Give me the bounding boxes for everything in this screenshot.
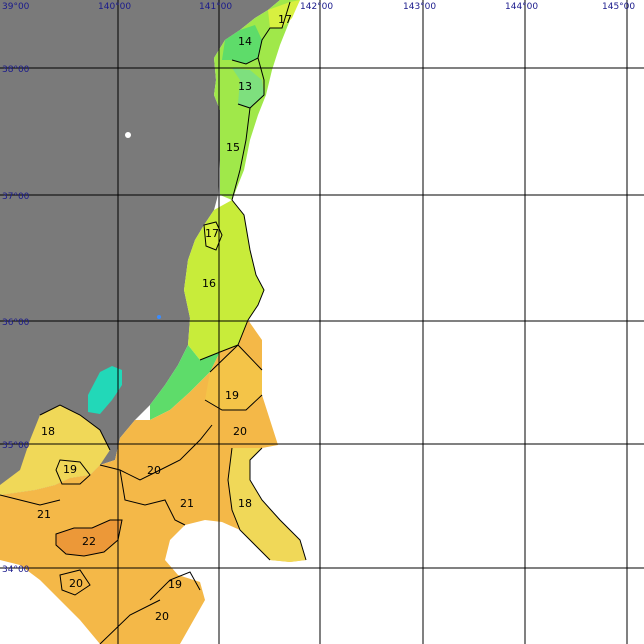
contour-label: 19 bbox=[225, 389, 239, 402]
lat-label-37: 37°00 bbox=[2, 192, 30, 202]
contour-label: 21 bbox=[180, 497, 194, 510]
inland-marker bbox=[157, 315, 161, 319]
lat-label-38: 38°00 bbox=[2, 65, 30, 75]
contour-label: 15 bbox=[226, 141, 240, 154]
contour-label: 18 bbox=[238, 497, 252, 510]
map-canvas: 39°00 140°00 141°00 142°00 143°00 144°00… bbox=[0, 0, 644, 644]
contour-label: 20 bbox=[155, 610, 169, 623]
contour-label: 13 bbox=[238, 80, 252, 93]
sea-surface-temperature-map: 39°00 140°00 141°00 142°00 143°00 144°00… bbox=[0, 0, 644, 644]
contour-label: 20 bbox=[233, 425, 247, 438]
lat-label-35: 35°00 bbox=[2, 441, 30, 451]
lat-label-36: 36°00 bbox=[2, 318, 30, 328]
contour-label: 16 bbox=[202, 277, 216, 290]
contour-label: 20 bbox=[69, 577, 83, 590]
lat-label-34: 34°00 bbox=[2, 565, 30, 575]
contour-label: 19 bbox=[63, 463, 77, 476]
lon-label-143: 143°00 bbox=[403, 2, 436, 12]
lon-label-145: 145°00 bbox=[602, 2, 635, 12]
contour-label: 22 bbox=[82, 535, 96, 548]
lat-label-39: 39°00 bbox=[2, 2, 30, 12]
lon-label-144: 144°00 bbox=[505, 2, 538, 12]
contour-label: 19 bbox=[168, 578, 182, 591]
lon-label-141: 141°00 bbox=[199, 2, 232, 12]
contour-label: 17 bbox=[205, 227, 219, 240]
contour-label: 17 bbox=[278, 13, 292, 26]
inland-lake bbox=[125, 132, 131, 138]
lon-label-142: 142°00 bbox=[300, 2, 333, 12]
contour-label: 18 bbox=[41, 425, 55, 438]
contour-label: 20 bbox=[147, 464, 161, 477]
contour-label: 21 bbox=[37, 508, 51, 521]
contour-label: 14 bbox=[238, 35, 252, 48]
lon-label-140: 140°00 bbox=[98, 2, 131, 12]
